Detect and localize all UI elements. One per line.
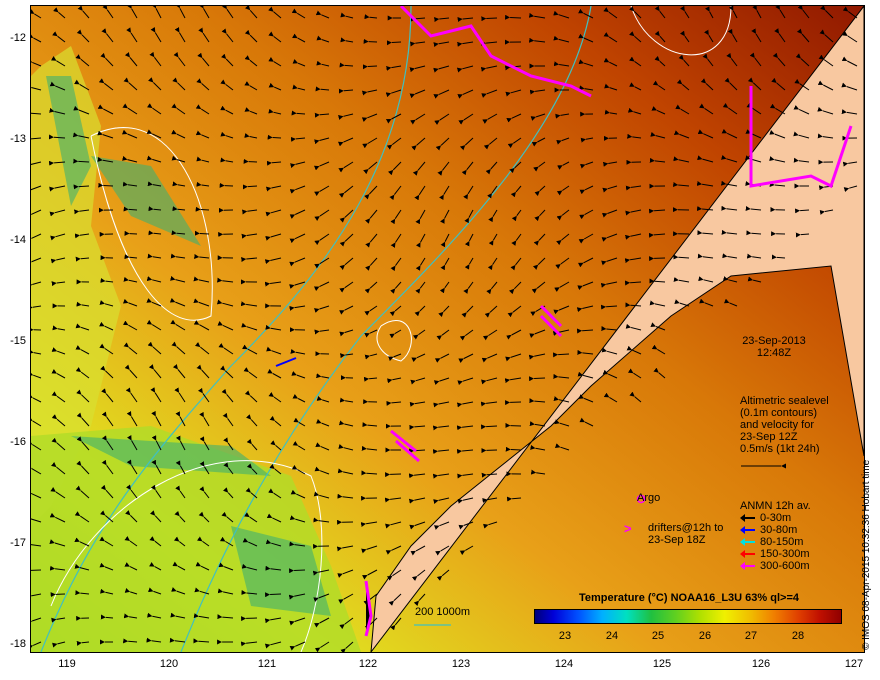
anmn-legend: ANMN 12h av. 0-30m 30-80m 80-150m 150-30… [740, 500, 860, 572]
x-tick-label: 123 [451, 658, 471, 670]
temperature-colorbar [534, 609, 842, 624]
x-tick-label: 121 [257, 658, 277, 670]
anmn-legend-row: 300-600m [740, 560, 860, 572]
velocity-vector [338, 88, 354, 94]
x-tick-label: 126 [751, 658, 771, 670]
velocity-vector [504, 14, 522, 20]
anmn-legend-row: 30-80m [740, 524, 860, 536]
x-tick-label: 125 [652, 658, 672, 670]
velocity-vector [339, 62, 354, 68]
colorbar-tick: 23 [558, 630, 572, 642]
altimetry-line: (0.1m contours) [740, 407, 818, 419]
anmn-depth-label: 30-80m [760, 524, 798, 536]
y-tick-label: -15 [10, 335, 26, 347]
velocity-vector [795, 232, 810, 238]
y-tick-label: -14 [10, 234, 26, 246]
anmn-depth-label: 150-300m [760, 548, 810, 560]
velocity-vector [288, 568, 306, 574]
velocity-vector [291, 110, 306, 116]
arrow-icon [740, 526, 756, 534]
anmn-legend-row: 0-30m [740, 512, 860, 524]
altimetry-annotation: Altimetric sealevel (0.1m contours) and … [740, 395, 850, 455]
velocity-vector [505, 446, 522, 452]
velocity-vector [315, 86, 330, 92]
argo-legend-label: Argo [637, 492, 661, 504]
y-tick-label: -12 [10, 32, 26, 44]
velocity-vector [48, 134, 66, 140]
velocity-vector [506, 496, 522, 502]
velocity-vector [794, 208, 810, 214]
anmn-depth-label: 80-150m [760, 536, 804, 548]
arrow-icon [740, 550, 756, 558]
altimetry-line: and velocity for [740, 419, 814, 431]
x-tick-label: 119 [58, 658, 76, 670]
arrow-icon [740, 562, 756, 570]
velocity-vector [771, 254, 786, 260]
y-tick-label: -16 [10, 436, 26, 448]
velocity-vector [73, 158, 90, 164]
depth-contour-legend: 200 1000m [415, 606, 471, 618]
anmn-legend-row: 150-300m [740, 548, 860, 560]
velocity-vector [267, 134, 282, 140]
velocity-vector [148, 230, 162, 236]
drifters-legend-line: drifters@12h to [648, 522, 724, 534]
velocity-vector [410, 16, 426, 22]
date-annotation: 23-Sep-2013 12:48Z [724, 335, 824, 359]
anmn-depth-label: 0-30m [760, 512, 792, 524]
x-tick-label: 124 [554, 658, 574, 670]
velocity-vector [73, 184, 90, 190]
y-tick-label: -18 [10, 638, 26, 650]
velocity-vector [264, 592, 282, 598]
velocity-vector [624, 280, 642, 286]
velocity-vector [576, 328, 594, 334]
anmn-legend-row: 80-150m [740, 536, 860, 548]
velocity-vector [552, 352, 570, 358]
velocity-vector [123, 638, 138, 644]
anmn-legend-title: ANMN 12h av. [740, 500, 811, 512]
arrow-icon [740, 514, 756, 522]
date-text: 23-Sep-2013 [742, 335, 806, 347]
y-tick-label: -13 [10, 133, 26, 145]
colorbar-tick: 26 [698, 630, 712, 642]
velocity-vector [673, 254, 690, 260]
anmn-depth-label: 300-600m [760, 560, 810, 572]
velocity-vector [75, 256, 90, 262]
credit-line: © IMOS 08-Apr-2015 10:32:36 Hobart time [861, 460, 872, 660]
velocity-vector [100, 614, 114, 620]
velocity-vector [98, 182, 114, 188]
y-tick-label: -17 [10, 537, 26, 549]
velocity-vector [481, 16, 498, 22]
colorbar-tick: 24 [605, 630, 619, 642]
arrow-icon [740, 538, 756, 546]
velocity-vector [194, 230, 210, 236]
x-tick-label: 120 [159, 658, 179, 670]
credit-text: © IMOS 08-Apr-2015 10:32:36 Hobart time [861, 459, 872, 650]
velocity-vector [649, 278, 666, 284]
time-text: 12:48Z [756, 347, 792, 359]
velocity-vector [195, 206, 210, 212]
velocity-vector [386, 40, 402, 46]
velocity-vector [123, 206, 138, 212]
drifters-legend: drifters@12h to 23-Sep 18Z [628, 522, 723, 546]
velocity-vector [362, 64, 378, 70]
velocity-vector [528, 376, 546, 382]
colorbar-tick: 28 [791, 630, 805, 642]
colorbar-tick: 27 [744, 630, 758, 642]
altimetry-line: 0.5m/s (1kt 24h) [740, 443, 820, 455]
velocity-vector [480, 424, 498, 430]
altimetry-line: 23-Sep 12Z [740, 431, 798, 443]
colorbar-tick: 25 [651, 630, 665, 642]
velocity-vector [242, 184, 258, 190]
drifters-legend-line: 23-Sep 18Z [648, 534, 706, 546]
altimetry-line: Altimetric sealevel [740, 395, 829, 407]
x-tick-label: 122 [358, 658, 378, 670]
colorbar-title: Temperature (°C) NOAA16_L3U 63% ql>=4 [579, 592, 799, 604]
